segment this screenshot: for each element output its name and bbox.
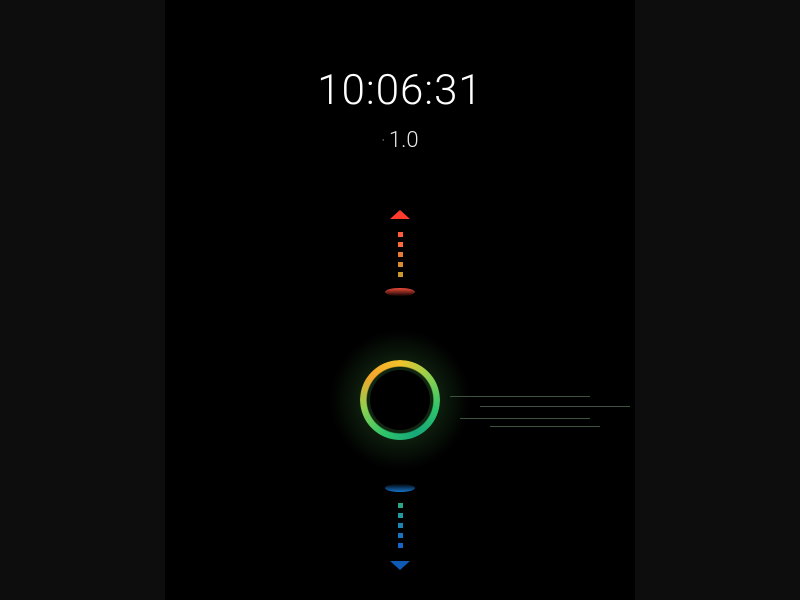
track-dot	[398, 503, 403, 508]
track-dot	[398, 533, 403, 538]
trail-line	[450, 396, 590, 397]
trail-line	[460, 418, 590, 419]
chevron-up-icon	[390, 210, 410, 219]
track-dot	[398, 252, 403, 257]
right-letterbox	[635, 0, 800, 600]
lower-lens-icon	[385, 484, 415, 492]
subvalue-readout: · 1.0	[215, 128, 585, 153]
track-dot	[398, 513, 403, 518]
track-dot	[398, 543, 403, 548]
track-dot	[398, 523, 403, 528]
trail-line	[490, 426, 600, 427]
clock-readout: 10:06:31	[215, 66, 585, 115]
ring-core	[370, 370, 430, 430]
left-letterbox	[0, 0, 165, 600]
track-dot	[398, 242, 403, 247]
motion-trail	[450, 396, 620, 432]
joystick-area[interactable]	[215, 210, 585, 570]
joystick-ring[interactable]	[350, 350, 450, 450]
chevron-down-icon	[390, 561, 410, 570]
trail-line	[480, 406, 630, 407]
track-dot	[398, 232, 403, 237]
track-dot	[398, 272, 403, 277]
track-dot	[398, 262, 403, 267]
upper-track	[385, 210, 415, 296]
lower-track	[385, 484, 415, 570]
upper-lens-icon	[385, 288, 415, 296]
device-screen: 10:06:31 · 1.0	[215, 0, 585, 600]
subvalue-number: 1.0	[389, 128, 419, 153]
subvalue-bullet: ·	[381, 133, 384, 149]
